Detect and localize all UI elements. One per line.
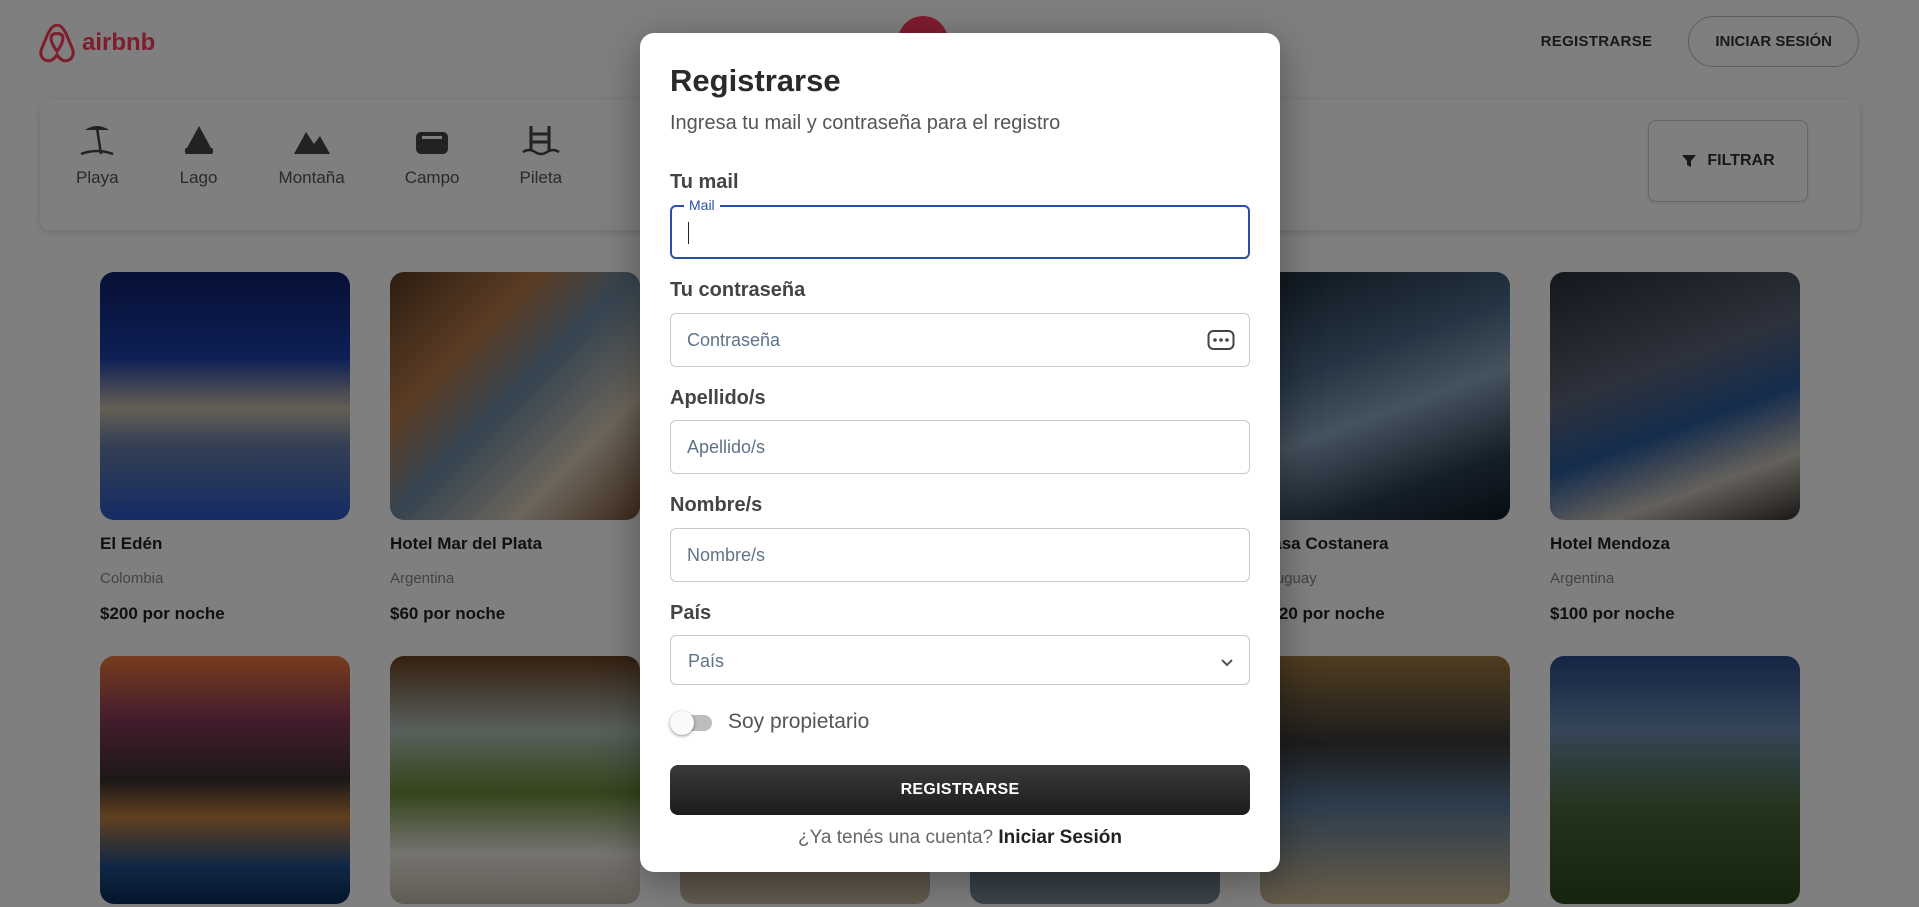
owner-toggle-row: Soy propietario [670, 710, 870, 735]
password-field[interactable] [687, 314, 1207, 366]
country-select-value: País [688, 651, 725, 671]
lastname-label: Apellido/s [670, 387, 766, 409]
toggle-thumb [670, 711, 694, 735]
firstname-label: Nombre/s [670, 494, 763, 516]
chevron-down-icon [1221, 659, 1233, 667]
login-link[interactable]: Iniciar Sesión [998, 827, 1122, 848]
modal-title: Registrarse [670, 63, 841, 98]
text-caret [688, 222, 689, 244]
owner-toggle-label: Soy propietario [728, 710, 870, 733]
lastname-field[interactable] [687, 421, 1207, 473]
register-submit-button[interactable]: Registrarse [670, 765, 1250, 815]
password-manager-icon[interactable] [1207, 328, 1235, 352]
email-field-wrapper: Mail [670, 197, 1250, 259]
login-prompt-text: ¿Ya tenés una cuenta? [798, 827, 994, 848]
lastname-field-wrapper [670, 420, 1250, 474]
country-label: País [670, 602, 712, 624]
login-prompt-row: ¿Ya tenés una cuenta? Iniciar Sesión [640, 827, 1280, 849]
country-select[interactable]: País [670, 635, 1250, 685]
firstname-field[interactable] [687, 529, 1207, 581]
email-field[interactable] [688, 207, 1208, 257]
modal-subtitle: Ingresa tu mail y contraseña para el reg… [670, 112, 1061, 134]
password-field-wrapper [670, 313, 1250, 367]
owner-toggle[interactable] [670, 711, 712, 735]
email-label: Tu mail [670, 171, 739, 193]
password-label: Tu contraseña [670, 279, 806, 301]
register-modal: Registrarse Ingresa tu mail y contraseña… [640, 33, 1280, 872]
firstname-field-wrapper [670, 528, 1250, 582]
